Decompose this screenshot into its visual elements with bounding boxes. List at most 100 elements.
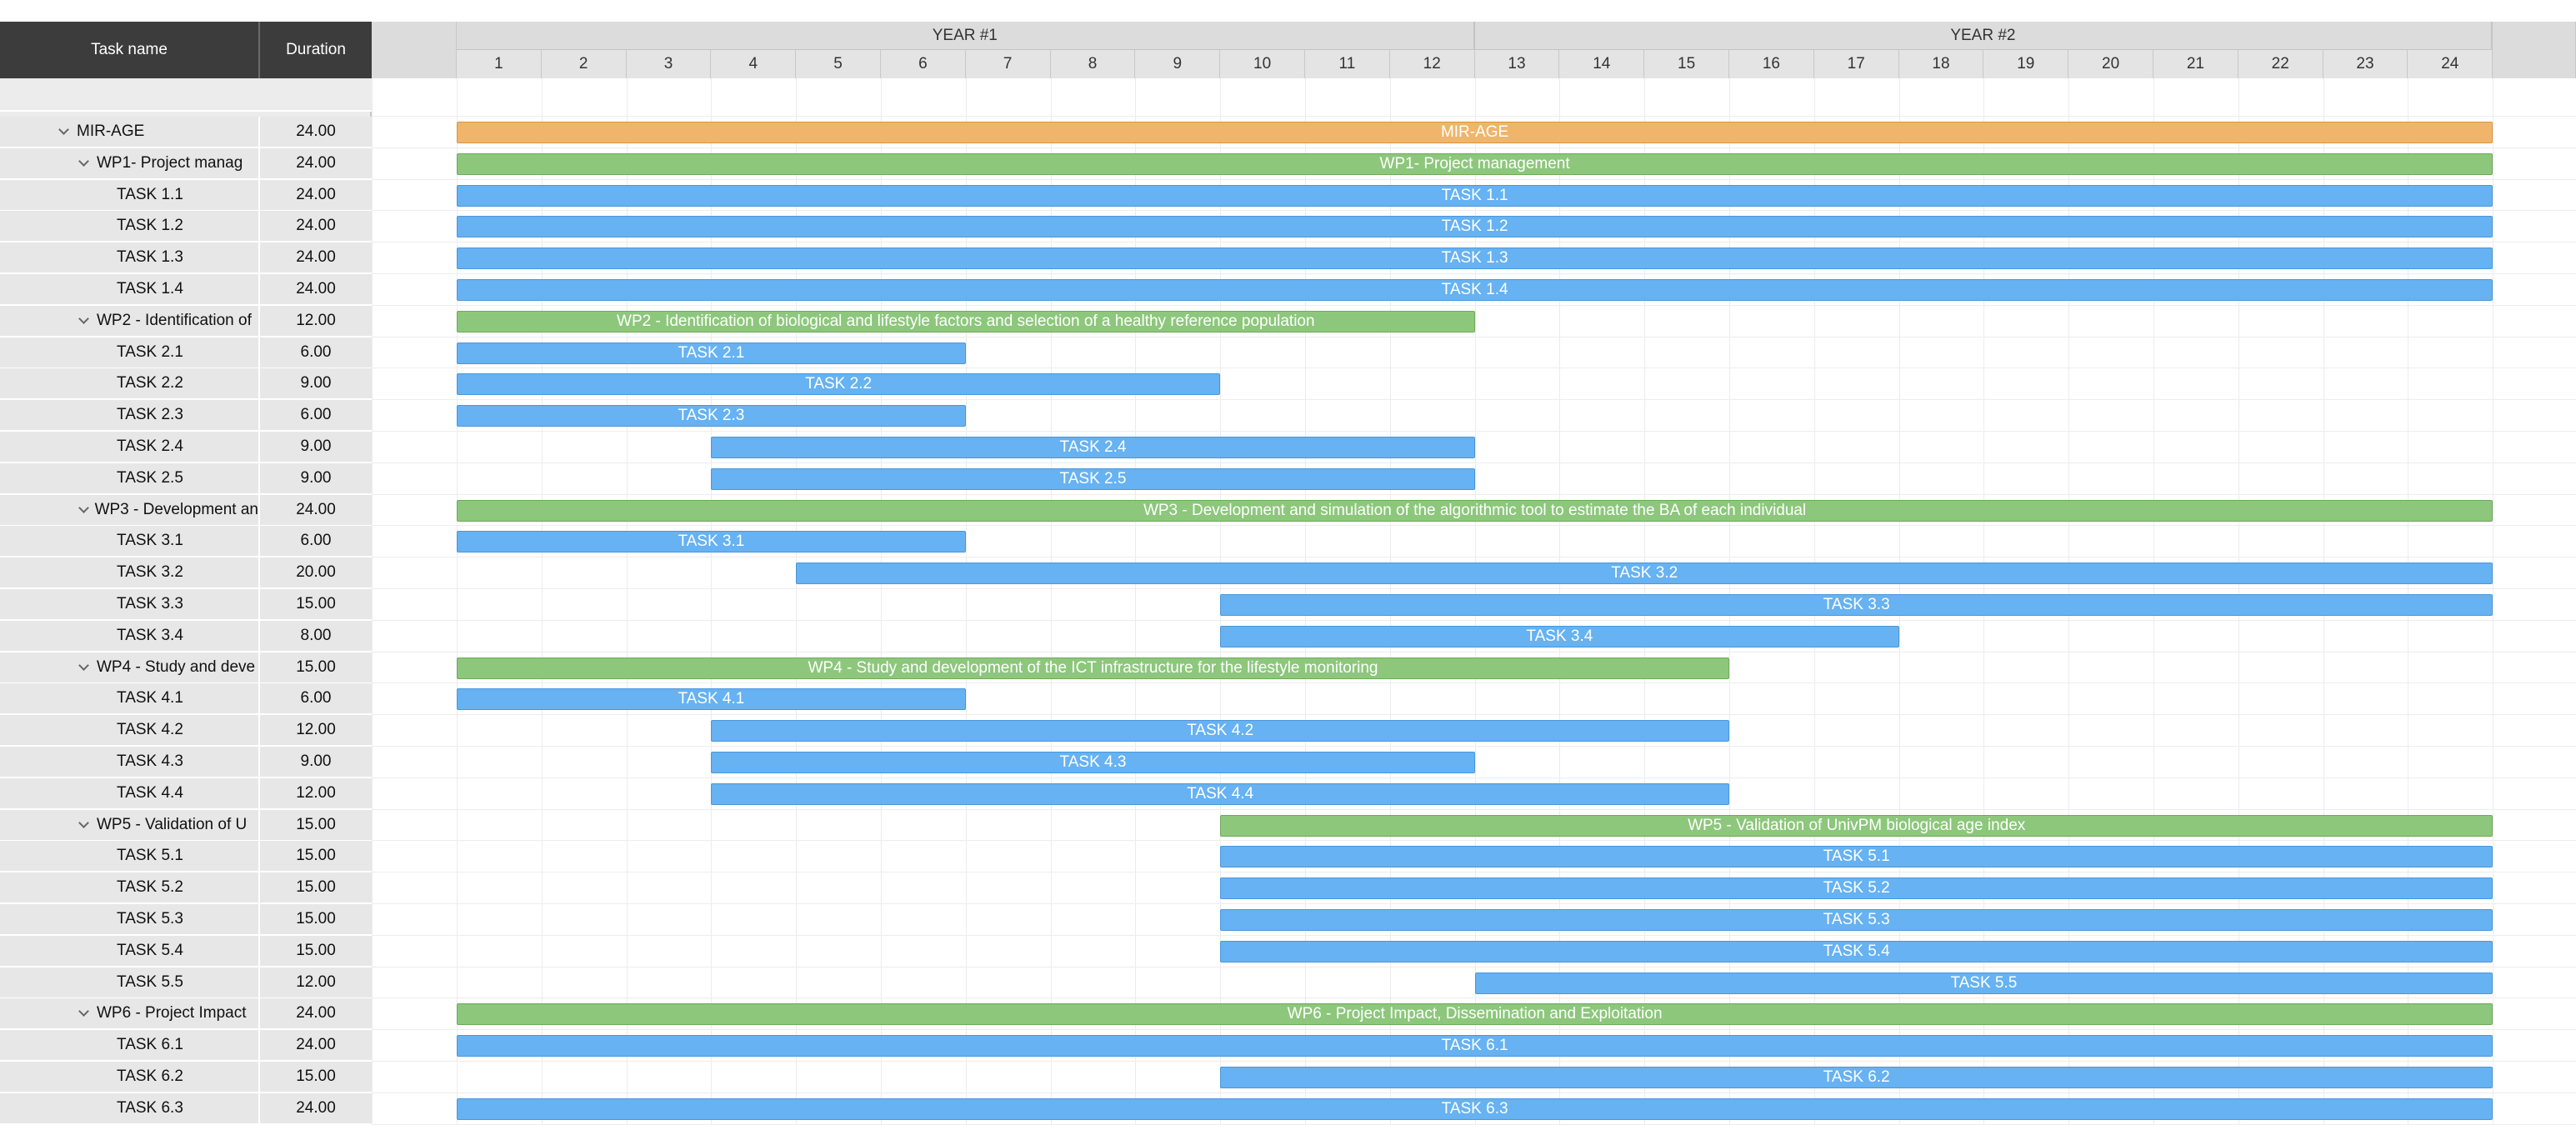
workpackage-bar[interactable]: WP4 - Study and development of the ICT i… <box>457 657 1729 679</box>
task-name-label: TASK 3.2 <box>117 563 183 582</box>
task-bar[interactable]: TASK 2.5 <box>711 468 1475 490</box>
month-cell: 7 <box>965 50 1051 78</box>
grid-row[interactable]: TASK 4.1 6.00 <box>0 683 372 716</box>
bar-label: TASK 2.4 <box>1059 438 1127 456</box>
grid-row[interactable]: TASK 5.2 15.00 <box>0 872 372 905</box>
task-bar[interactable]: TASK 1.3 <box>457 248 2493 270</box>
task-bar[interactable]: TASK 2.2 <box>457 373 1221 396</box>
task-bar[interactable]: TASK 3.1 <box>457 531 966 553</box>
grid-row[interactable]: WP1- Project manag 24.00 <box>0 148 372 180</box>
workpackage-bar[interactable]: WP3 - Development and simulation of the … <box>457 499 2493 522</box>
grid-row[interactable]: TASK 1.4 24.00 <box>0 274 372 306</box>
chevron-down-icon[interactable] <box>78 662 88 672</box>
duration-cell: 15.00 <box>296 658 336 676</box>
task-name-cell: WP3 - Development an <box>0 494 260 525</box>
grid-row[interactable]: TASK 6.3 24.00 <box>0 1092 372 1125</box>
task-name-cell: WP6 - Project Impact <box>0 998 260 1029</box>
chevron-down-icon[interactable] <box>78 158 88 168</box>
bar-label: TASK 2.2 <box>805 375 873 393</box>
chevron-down-icon[interactable] <box>78 1008 88 1018</box>
bar-label: TASK 1.4 <box>1441 281 1508 298</box>
task-bar[interactable]: TASK 4.1 <box>457 688 966 711</box>
grid-row[interactable]: TASK 3.3 15.00 <box>0 589 372 621</box>
task-name-cell: TASK 3.3 <box>0 589 260 619</box>
grid-row[interactable]: TASK 1.1 24.00 <box>0 179 372 212</box>
task-bar[interactable]: TASK 2.3 <box>457 405 966 428</box>
workpackage-bar[interactable]: WP6 - Project Impact, Dissemination and … <box>457 1003 2493 1026</box>
grid-row[interactable]: TASK 1.2 24.00 <box>0 211 372 243</box>
task-bar[interactable]: TASK 1.4 <box>457 279 2493 301</box>
task-bar[interactable]: TASK 1.1 <box>457 184 2493 207</box>
task-name-cell: WP4 - Study and deve <box>0 652 260 682</box>
task-bar[interactable]: TASK 5.2 <box>1220 878 2493 900</box>
project-bar[interactable]: MIR-AGE <box>457 122 2493 143</box>
grid-row[interactable]: WP2 - Identification of 12.00 <box>0 305 372 338</box>
task-bar[interactable]: TASK 6.2 <box>1220 1067 2493 1088</box>
chevron-down-icon[interactable] <box>58 127 68 137</box>
chevron-down-icon[interactable] <box>78 820 88 830</box>
grid-row[interactable]: WP4 - Study and deve 15.00 <box>0 652 372 684</box>
task-bar[interactable]: TASK 3.3 <box>1220 594 2493 616</box>
grid-row[interactable]: TASK 3.2 20.00 <box>0 558 372 590</box>
task-bar[interactable]: TASK 6.1 <box>457 1035 2493 1058</box>
task-bar[interactable]: TASK 5.5 <box>1474 972 2493 994</box>
bar-label: TASK 3.3 <box>1823 596 1890 613</box>
grid-row[interactable]: TASK 2.2 9.00 <box>0 368 372 401</box>
task-bar[interactable]: TASK 4.4 <box>711 782 1729 805</box>
chevron-down-icon[interactable] <box>78 316 88 326</box>
grid-row[interactable]: TASK 6.2 15.00 <box>0 1062 372 1093</box>
bar-label: WP5 - Validation of UnivPM biological ag… <box>1688 816 2026 834</box>
grid-row[interactable]: TASK 1.3 24.00 <box>0 242 372 275</box>
task-bar[interactable]: TASK 3.4 <box>1220 625 1899 648</box>
month-cell: 23 <box>2323 50 2408 78</box>
grid-row[interactable]: TASK 2.3 6.00 <box>0 400 372 432</box>
month-cell: 1 <box>457 50 542 78</box>
task-bar[interactable]: TASK 2.1 <box>457 342 966 364</box>
grid-row[interactable]: TASK 2.1 6.00 <box>0 337 372 369</box>
grid-row[interactable]: TASK 4.2 12.00 <box>0 715 372 748</box>
grid-row[interactable]: TASK 5.1 15.00 <box>0 841 372 873</box>
grid-row[interactable]: TASK 6.1 24.00 <box>0 1030 372 1062</box>
duration-cell: 6.00 <box>300 532 332 550</box>
task-name-column-header[interactable]: Task name <box>0 22 260 78</box>
workpackage-bar[interactable]: WP2 - Identification of biological and l… <box>457 310 1475 332</box>
task-bar[interactable]: TASK 4.2 <box>711 720 1729 742</box>
grid-row[interactable]: TASK 3.1 6.00 <box>0 526 372 558</box>
grid-row[interactable]: TASK 5.5 12.00 <box>0 967 372 999</box>
task-bar[interactable]: TASK 5.3 <box>1220 909 2493 931</box>
duration-cell: 15.00 <box>296 910 336 928</box>
duration-cell: 12.00 <box>296 783 336 802</box>
task-bar[interactable]: TASK 1.2 <box>457 216 2493 238</box>
task-name-label: TASK 2.4 <box>117 438 183 455</box>
grid-row[interactable]: TASK 3.4 8.00 <box>0 620 372 652</box>
task-bar[interactable]: TASK 5.4 <box>1220 940 2493 962</box>
workpackage-bar[interactable]: WP5 - Validation of UnivPM biological ag… <box>1220 814 2493 837</box>
month-cell: 21 <box>2153 50 2238 78</box>
duration-column-header[interactable]: Duration <box>260 22 372 78</box>
task-bar[interactable]: TASK 6.3 <box>457 1098 2493 1120</box>
grid-row[interactable]: TASK 2.4 9.00 <box>0 432 372 463</box>
task-bar[interactable]: TASK 2.4 <box>711 437 1475 458</box>
grid-row[interactable]: TASK 4.3 9.00 <box>0 747 372 778</box>
grid-row[interactable]: WP6 - Project Impact 24.00 <box>0 998 372 1031</box>
grid-row[interactable]: TASK 5.3 15.00 <box>0 904 372 936</box>
grid-row[interactable]: TASK 2.5 9.00 <box>0 462 372 495</box>
grid-row[interactable]: TASK 4.4 12.00 <box>0 778 372 810</box>
row-gridline <box>372 682 2576 684</box>
task-bar[interactable]: TASK 5.1 <box>1220 846 2493 868</box>
grid-row[interactable]: TASK 5.4 15.00 <box>0 935 372 968</box>
chevron-down-icon[interactable] <box>78 505 87 515</box>
grid-row[interactable]: MIR-AGE 24.00 <box>0 117 372 148</box>
grid-row[interactable]: WP3 - Development an 24.00 <box>0 494 372 527</box>
duration-cell: 24.00 <box>296 217 336 235</box>
duration-cell: 9.00 <box>300 468 332 487</box>
bar-label: WP2 - Identification of biological and l… <box>617 312 1315 330</box>
workpackage-bar[interactable]: WP1- Project management <box>457 152 2493 175</box>
task-name-label: TASK 1.1 <box>117 185 183 203</box>
bar-label: TASK 4.1 <box>678 690 745 708</box>
task-name-cell: TASK 5.1 <box>0 841 260 872</box>
task-bar[interactable]: TASK 4.3 <box>711 752 1475 773</box>
task-bar[interactable]: TASK 3.2 <box>796 562 2493 585</box>
grid-row[interactable]: WP5 - Validation of U 15.00 <box>0 809 372 842</box>
timeline-body: MIR-AGE WP1- Project management TASK 1.1 TA… <box>372 78 2576 1125</box>
